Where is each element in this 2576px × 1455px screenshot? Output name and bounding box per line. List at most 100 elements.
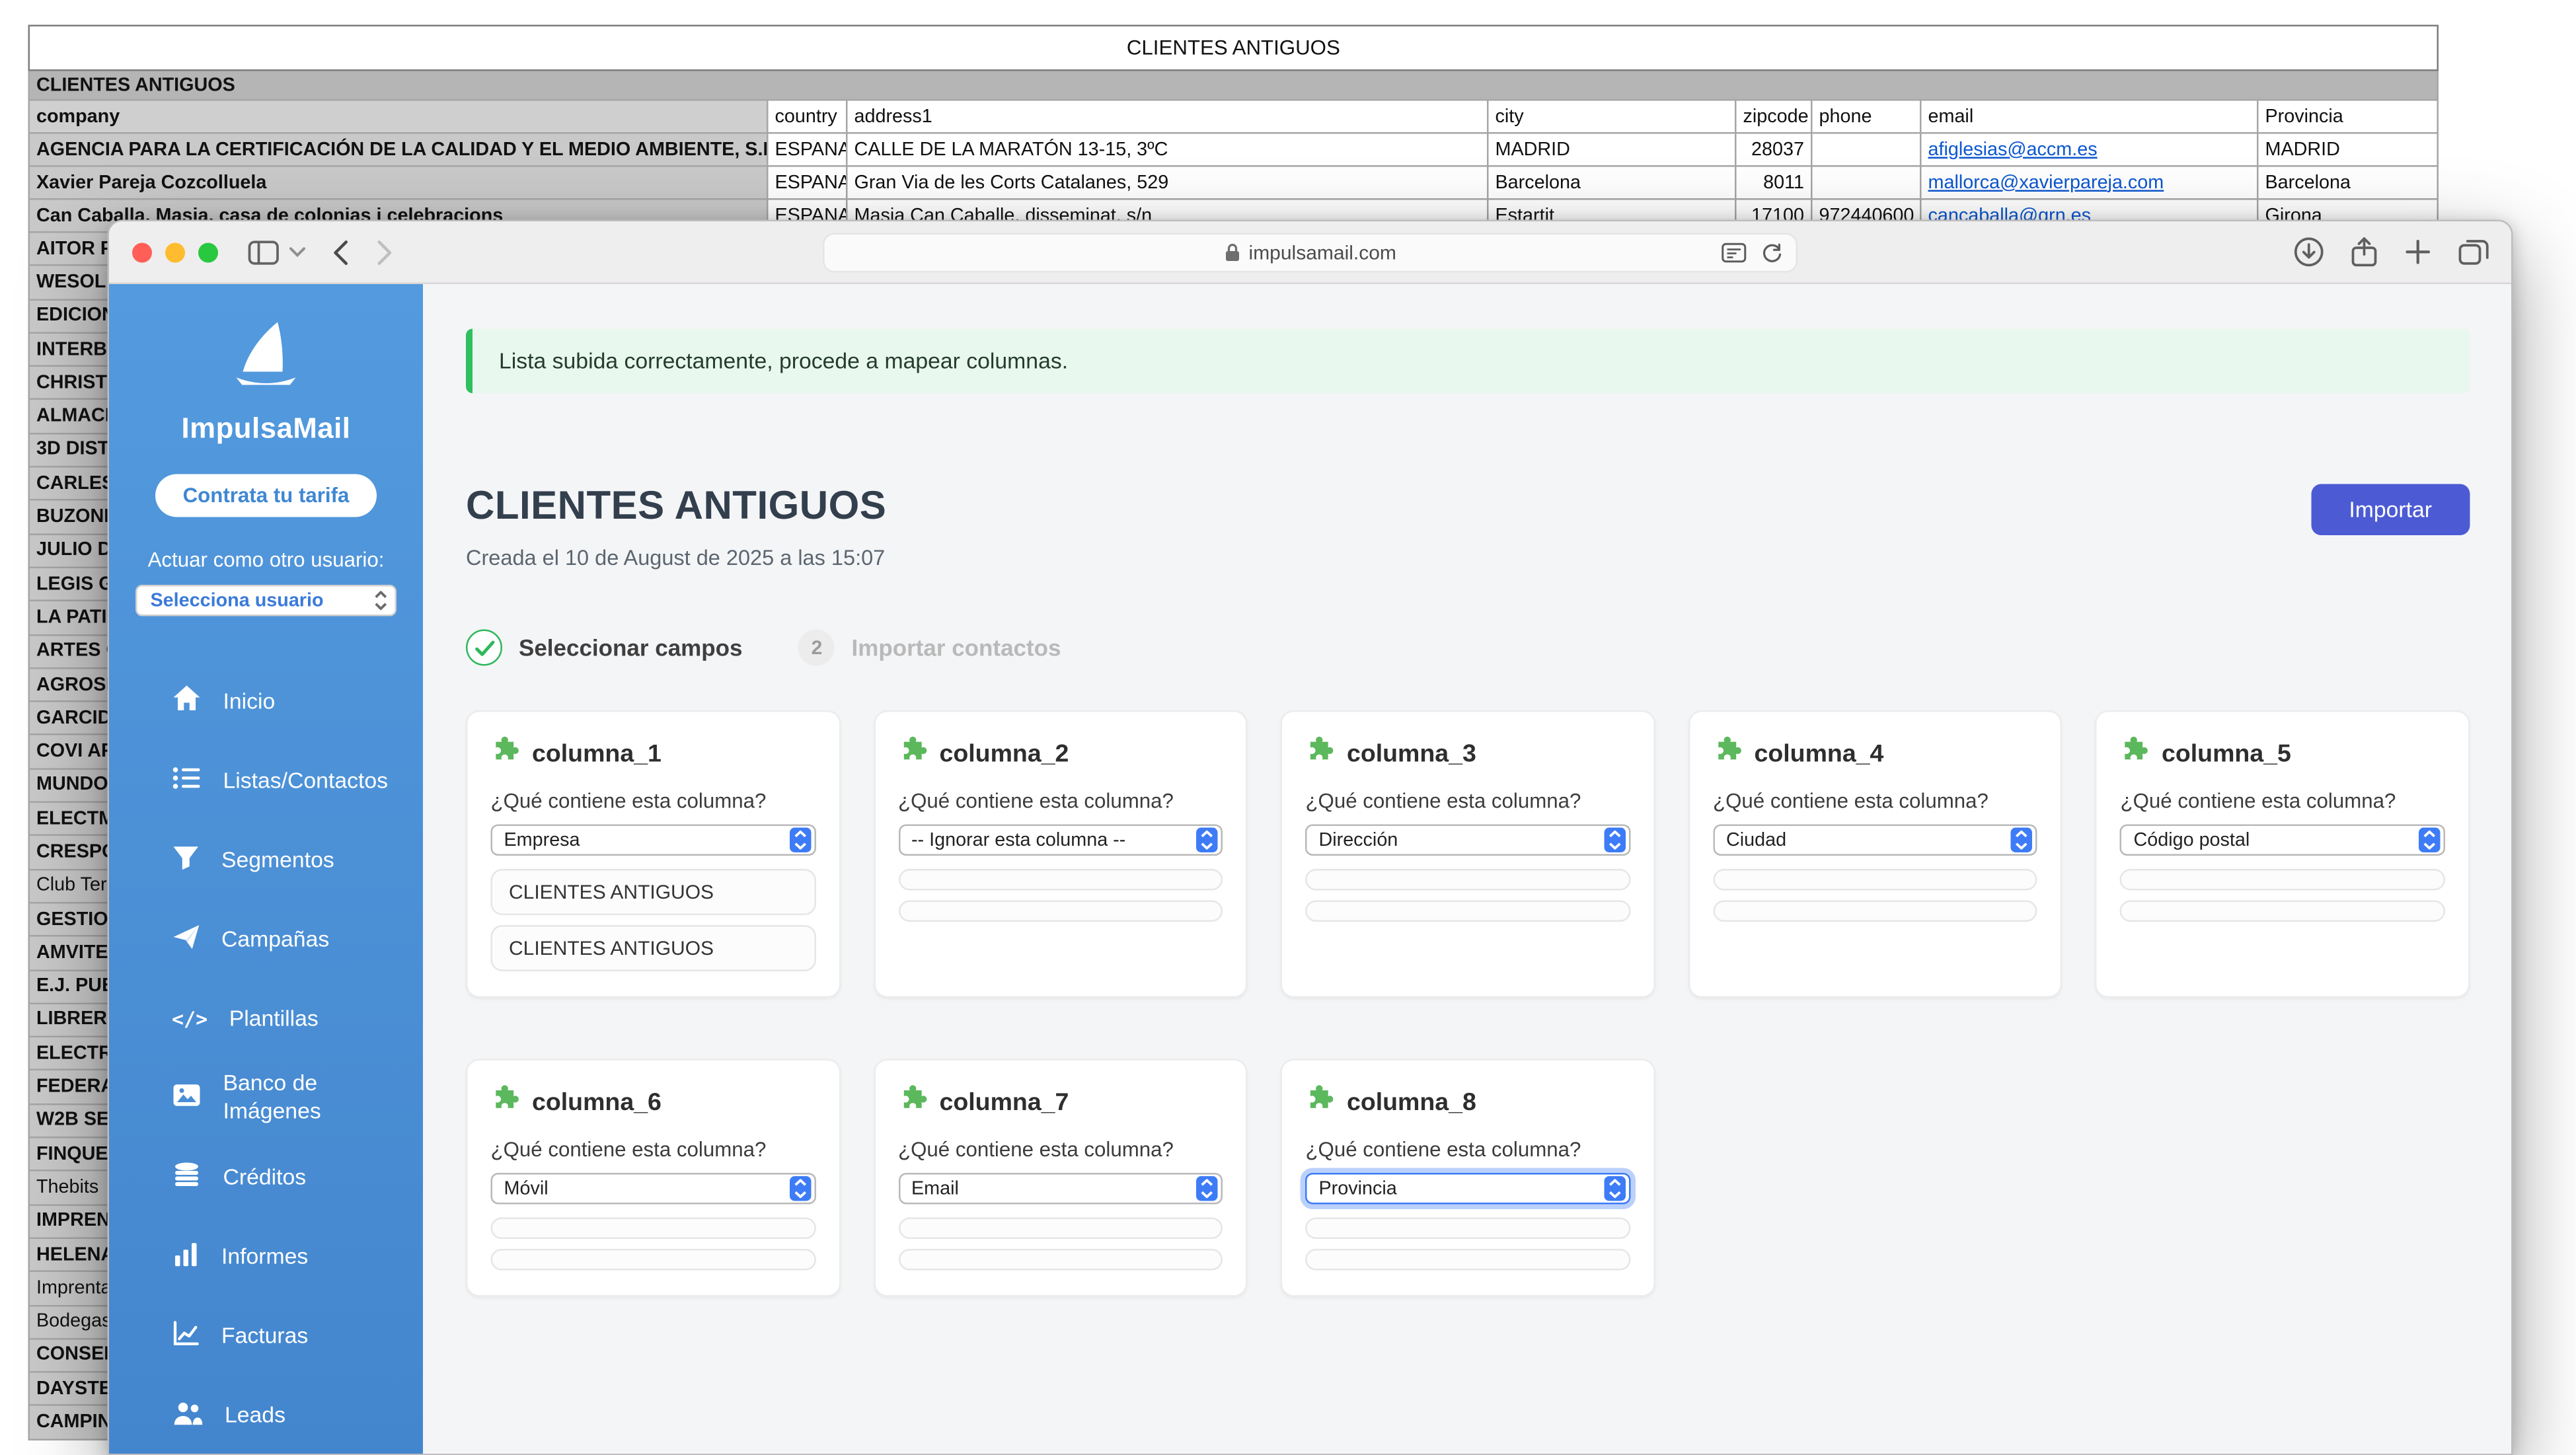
selected-option: Empresa [492,830,789,850]
sidebar-item-campanas[interactable]: Campañas [109,901,423,980]
url-field[interactable]: impulsamail.com [823,233,1798,273]
column-mapping-select[interactable]: Móvil [491,1173,815,1205]
sidebar-item-label: Banco de Imágenes [223,1070,402,1126]
cell-city: MADRID [1488,133,1735,166]
step-label: Seleccionar campos [519,634,743,661]
cell-email-link[interactable]: mallorca@xavierpareja.com [1920,166,2257,199]
puzzle-icon [2120,735,2148,772]
import-button[interactable]: Importar [2311,484,2470,536]
sample-value [1713,901,2037,922]
reload-icon[interactable] [1761,242,1783,264]
column-name: columna_7 [939,1088,1069,1116]
sheet-data-rows: AGENCIA PARA LA CERTIFICACIÓN DE LA CALI… [29,133,2438,232]
column-question: ¿Qué contiene esta columna? [2120,790,2445,813]
sidebar-item-inicio[interactable]: Inicio [109,663,423,742]
close-window-button[interactable] [132,242,152,262]
column-header: email [1920,100,2257,133]
translate-icon[interactable] [1722,243,1747,263]
column-question: ¿Qué contiene esta columna? [491,790,815,813]
column-card: columna_7 ¿Qué contiene esta columna? Em… [873,1059,1247,1297]
select-stepper-icon [2011,828,2033,853]
column-header: country [767,100,847,133]
cell-city: Barcelona [1488,166,1735,199]
column-mapping-select[interactable]: Provincia [1305,1173,1630,1205]
sample-value [2120,901,2445,922]
selected-option: Código postal [2122,830,2419,850]
window-controls [132,242,218,262]
column-mapping-select[interactable]: -- Ignorar esta columna -- [898,825,1223,856]
merged-header-row: CLIENTES ANTIGUOS [29,70,2438,100]
site-url: impulsamail.com [1249,241,1396,264]
column-mapping-select[interactable]: Dirección [1305,825,1630,856]
share-button[interactable] [2351,237,2378,268]
user-select[interactable]: Selecciona usuario [135,585,397,616]
cell-country: ESPANA [767,133,847,166]
cell-company: Xavier Pareja Cozcolluela [29,166,768,199]
sample-value [898,1218,1223,1240]
cell-phone [1811,133,1920,166]
zoom-window-button[interactable] [198,242,218,262]
cell-address1: Gran Via de les Corts Catalanes, 529 [847,166,1488,199]
coins-icon [172,1160,202,1195]
forward-button[interactable] [377,239,393,265]
sidebar-item-segmentos[interactable]: Segmentos [109,821,423,901]
puzzle-icon [898,735,927,772]
select-stepper-icon [1196,1176,1218,1201]
funnel-icon [172,843,200,877]
sidebar-item-plantillas[interactable]: </> Plantillas [109,980,423,1059]
column-card: columna_3 ¿Qué contiene esta columna? Di… [1281,710,1655,998]
cell-country: ESPANA [767,166,847,199]
table-row: Xavier Pareja Cozcolluela ESPANA Gran Vi… [29,166,2438,199]
downloads-button[interactable] [2293,237,2325,268]
sidebar-item-label: Inicio [223,688,276,716]
column-name: columna_3 [1347,739,1476,768]
column-mapping-select[interactable]: Código postal [2120,825,2445,856]
users-icon [172,1398,204,1433]
sidebar-item-leads[interactable]: Leads [109,1376,423,1455]
selected-option: Dirección [1307,830,1604,850]
step-import-contacts: 2 Importar contactos [799,630,1061,666]
sample-value [1713,869,2037,891]
app-sidebar: ImpulsaMail Contrata tu tarifa Actuar co… [109,284,423,1455]
sample-value [898,901,1223,922]
minimize-window-button[interactable] [165,242,185,262]
column-name: columna_4 [1754,739,1883,768]
sidebar-item-informes[interactable]: Informes [109,1218,423,1297]
column-mapping-select[interactable]: Ciudad [1713,825,2037,856]
user-select-value: Selecciona usuario [137,591,374,611]
sidebar-toggle-icon[interactable] [248,239,280,265]
sample-value: CLIENTES ANTIGUOS [491,869,815,915]
cell-email-link[interactable]: afiglesias@accm.es [1920,133,2257,166]
column-question: ¿Qué contiene esta columna? [898,790,1223,813]
column-mapping-select[interactable]: Email [898,1173,1223,1205]
cta-button[interactable]: Contrata tu tarifa [155,474,377,517]
column-header: Provincia [2257,100,2438,133]
image-icon [172,1081,202,1115]
tab-overview-button[interactable] [2458,238,2490,266]
send-icon [172,922,200,957]
select-stepper-icon [1604,828,1626,853]
sample-value [898,869,1223,891]
new-tab-button[interactable] [2404,238,2433,266]
sidebar-item-banco-de-imagenes[interactable]: Banco de Imágenes [109,1059,423,1138]
chevron-down-icon[interactable] [289,246,306,258]
column-mapping-select[interactable]: Empresa [491,825,815,856]
cell-company: AGENCIA PARA LA CERTIFICACIÓN DE LA CALI… [29,133,768,166]
sidebar-item-listas-contactos[interactable]: Listas/Contactos [109,742,423,821]
select-stepper-icon [373,590,389,612]
back-button[interactable] [332,239,349,265]
list-icon [172,764,202,798]
cell-phone [1811,166,1920,199]
page-header: CLIENTES ANTIGUOS Creada el 10 de August… [466,484,2470,570]
sample-value [491,1249,815,1271]
column-name: columna_6 [532,1088,662,1116]
screen: CLIENTES ANTIGUOS CLIENTES ANTIGUOS comp… [0,0,2576,1455]
puzzle-icon [1305,735,1334,772]
cell-provincia: Barcelona [2257,166,2438,199]
sidebar-item-creditos[interactable]: Créditos [109,1138,423,1218]
step-label: Importar contactos [852,634,1061,661]
sidebar-item-label: Leads [225,1401,285,1429]
sidebar-item-label: Facturas [221,1322,308,1350]
sidebar-item-facturas[interactable]: Facturas [109,1297,423,1376]
brand-logo-icon [228,320,304,395]
